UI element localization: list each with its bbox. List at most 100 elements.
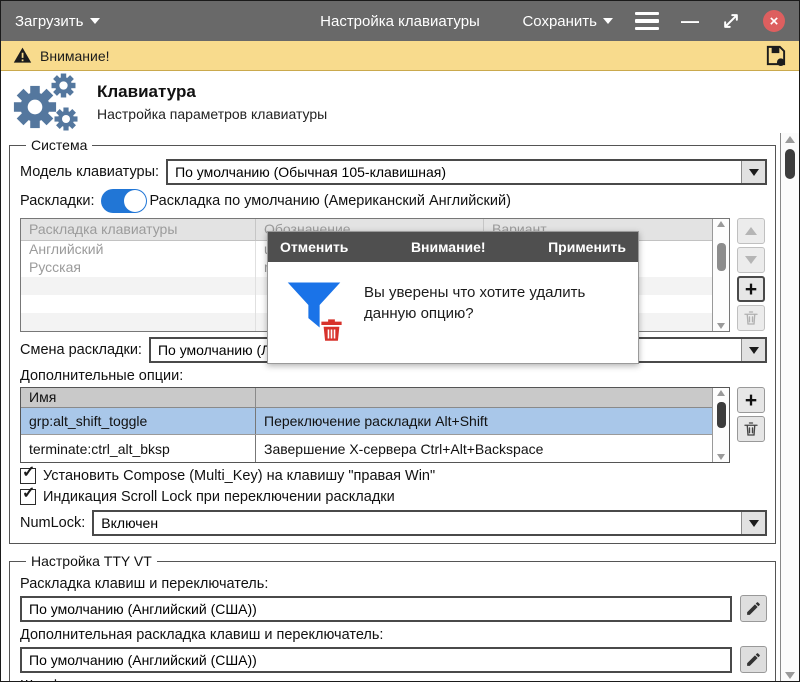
scrollbar-thumb[interactable] [785, 149, 795, 179]
down-arrow-icon [745, 256, 757, 264]
scroll-up-icon[interactable] [717, 390, 725, 396]
compose-checkbox-row[interactable]: ✓ Установить Compose (Multi_Key) на клав… [20, 468, 767, 484]
tty-font-label: Шрифт: [20, 678, 767, 682]
tty-alt-keymap-label: Дополнительная раскладка клавиш и перекл… [20, 627, 767, 643]
layouts-table-scrollbar[interactable] [712, 219, 729, 331]
scrollbar-thumb[interactable] [717, 402, 726, 428]
load-menu-button[interactable]: Загрузить [15, 13, 100, 30]
trash-icon [742, 420, 760, 438]
add-layout-button[interactable]: + [737, 276, 765, 302]
chevron-down-icon [90, 18, 100, 24]
tty-keymap-field[interactable]: По умолчанию (Английский (США)) [20, 596, 732, 622]
keyboard-model-select[interactable]: По умолчанию (Обычная 105-клавишная) [166, 159, 767, 185]
minimize-button[interactable]: — [681, 16, 699, 26]
scroll-down-icon[interactable] [717, 454, 725, 460]
scroll-down-icon[interactable] [717, 323, 725, 329]
close-button[interactable]: × [763, 10, 785, 32]
column-header: Имя [21, 388, 256, 407]
pencil-icon [745, 651, 762, 668]
move-down-button[interactable] [737, 247, 765, 273]
column-header: Раскладка клавиатуры [21, 219, 256, 240]
tty-keymap-edit-button[interactable] [740, 595, 767, 622]
delete-option-button[interactable] [737, 416, 765, 442]
tty-keymap-label: Раскладка клавиш и переключатель: [20, 576, 767, 592]
scroll-up-icon[interactable] [785, 136, 795, 143]
close-icon: × [770, 13, 779, 30]
table-row[interactable]: grp:alt_shift_toggle Переключение раскла… [21, 408, 712, 435]
checkbox-checked[interactable]: ✓ [20, 468, 36, 484]
keyboard-settings-window: Загрузить Настройка клавиатуры Сохранить… [0, 0, 800, 682]
cell-option-name: terminate:ctrl_alt_bksp [21, 435, 256, 462]
load-menu-label: Загрузить [15, 13, 84, 30]
layout-switch-label: Смена раскладки: [20, 342, 142, 358]
scroll-down-icon[interactable] [785, 672, 795, 679]
warning-label: Внимание! [40, 48, 110, 64]
confirm-delete-dialog: Отменить Внимание! Применить Вы уверены … [267, 231, 639, 364]
numlock-dropdown-button[interactable] [741, 512, 765, 534]
dialog-title: Внимание! [348, 239, 548, 255]
layouts-toggle-text: Раскладка по умолчанию (Американский Анг… [149, 193, 510, 209]
delete-option-illustration [284, 274, 348, 344]
keyboard-model-value: По умолчанию (Обычная 105-клавишная) [168, 161, 741, 183]
scroll-up-icon[interactable] [717, 221, 725, 227]
cell-option-description: Завершение X-сервера Ctrl+Alt+Backspace [256, 435, 712, 462]
options-table[interactable]: Имя grp:alt_shift_toggle Переключение ра… [20, 387, 730, 463]
system-group-legend: Система [26, 137, 92, 153]
tty-group: Настройка TTY VT Раскладка клавиш и пере… [9, 553, 776, 682]
keyboard-model-dropdown-button[interactable] [741, 161, 765, 183]
keyboard-model-row: Модель клавиатуры: По умолчанию (Обычная… [20, 159, 767, 185]
page-header: Клавиатура Настройка параметров клавиату… [1, 71, 799, 133]
layouts-label: Раскладки: [20, 193, 94, 209]
warning-triangle-icon [13, 46, 32, 65]
table-row[interactable]: terminate:ctrl_alt_bksp Завершение X-сер… [21, 435, 712, 462]
options-table-scrollbar[interactable] [712, 388, 729, 462]
layouts-default-toggle[interactable] [101, 189, 147, 213]
cell-option-description: Переключение раскладки Alt+Shift [256, 408, 712, 434]
page-subtitle: Настройка параметров клавиатуры [97, 106, 327, 122]
add-option-button[interactable]: + [737, 387, 765, 413]
chevron-down-icon [749, 347, 759, 354]
trash-icon [742, 309, 760, 327]
delete-layout-button[interactable] [737, 305, 765, 331]
check-icon: ✓ [22, 483, 35, 503]
options-table-header: Имя [21, 388, 712, 408]
warning-bar: Внимание! [1, 41, 799, 71]
tty-group-legend: Настройка TTY VT [26, 553, 157, 569]
expand-icon [725, 15, 737, 27]
save-menu-label: Сохранить [522, 13, 597, 30]
tty-keymap-row: По умолчанию (Английский (США)) [20, 595, 767, 622]
move-up-button[interactable] [737, 218, 765, 244]
scrollbar-thumb[interactable] [717, 243, 726, 271]
save-floppy-icon[interactable] [764, 44, 787, 67]
scroll-region: Система Модель клавиатуры: По умолчанию … [1, 133, 799, 682]
options-table-row: Имя grp:alt_shift_toggle Переключение ра… [20, 387, 767, 463]
trash-icon [318, 316, 345, 343]
chevron-down-icon [749, 520, 759, 527]
dialog-header: Отменить Внимание! Применить [268, 232, 638, 262]
plus-icon: + [745, 390, 757, 411]
scroll-lock-checkbox-row[interactable]: ✓ Индикация Scroll Lock при переключении… [20, 489, 767, 505]
checkbox-checked[interactable]: ✓ [20, 489, 36, 505]
tty-alt-keymap-edit-button[interactable] [740, 646, 767, 673]
numlock-select[interactable]: Включен [92, 510, 767, 536]
save-menu-button[interactable]: Сохранить [522, 13, 613, 30]
keyboard-model-label: Модель клавиатуры: [20, 164, 159, 180]
check-icon: ✓ [22, 462, 35, 482]
tty-alt-keymap-row: По умолчанию (Английский (США)) [20, 646, 767, 673]
scroll-lock-checkbox-label: Индикация Scroll Lock при переключении р… [43, 489, 395, 505]
numlock-label: NumLock: [20, 515, 85, 531]
main-scrollbar[interactable] [780, 133, 799, 682]
tty-alt-keymap-field[interactable]: По умолчанию (Английский (США)) [20, 647, 732, 673]
titlebar: Загрузить Настройка клавиатуры Сохранить… [1, 1, 799, 41]
dialog-body: Вы уверены что хотите удалить данную опц… [268, 262, 638, 352]
pencil-icon [745, 600, 762, 617]
page-title: Клавиатура [97, 82, 327, 102]
dialog-apply-button[interactable]: Применить [548, 239, 626, 255]
cell-option-name: grp:alt_shift_toggle [21, 408, 256, 434]
layout-switch-dropdown-button[interactable] [741, 339, 765, 361]
maximize-button[interactable] [721, 11, 741, 31]
hamburger-menu-icon[interactable] [635, 12, 659, 31]
dialog-cancel-button[interactable]: Отменить [280, 239, 348, 255]
plus-icon: + [745, 279, 757, 300]
compose-checkbox-label: Установить Compose (Multi_Key) на клавиш… [43, 468, 435, 484]
